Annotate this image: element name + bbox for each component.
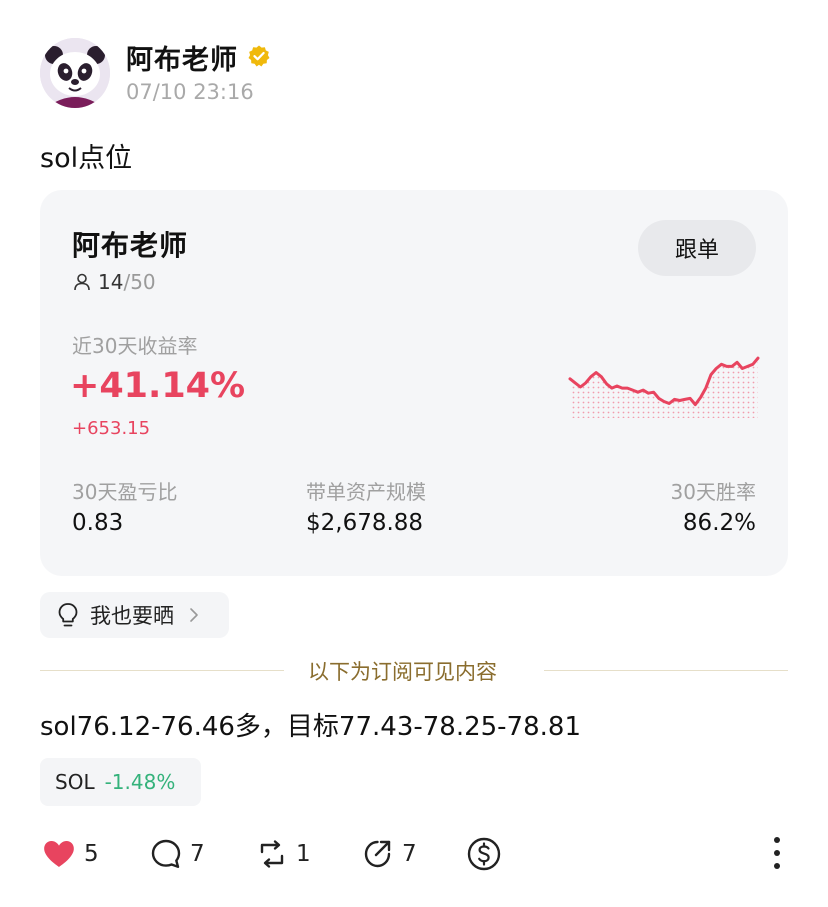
win-rate-label: 30天胜率 — [670, 480, 756, 504]
author-name[interactable]: 阿布老师 — [126, 38, 238, 77]
share-pnl-button[interactable]: 我也要晒 — [40, 592, 229, 638]
repost-count: 1 — [296, 841, 311, 867]
repost-button[interactable]: 1 — [256, 832, 311, 876]
follower-count: 14/50 — [72, 270, 156, 294]
lightbulb-icon — [58, 603, 78, 627]
tip-button[interactable] — [466, 832, 502, 876]
divider-line-left — [40, 670, 284, 671]
coin-change: -1.48% — [104, 770, 176, 794]
profit-loss-ratio-value: 0.83 — [72, 510, 124, 536]
avatar[interactable] — [40, 38, 110, 108]
subscriber-only-divider: 以下为订阅可见内容 — [308, 660, 497, 684]
win-rate-value: 86.2% — [682, 510, 756, 536]
share-arrow-icon — [364, 840, 391, 868]
return-label: 近30天收益率 — [72, 334, 198, 358]
return-absolute: +653.15 — [72, 418, 151, 439]
verified-badge-icon — [248, 45, 270, 67]
trader-card[interactable]: 阿布老师 14/50 跟单 近30天收益率 +41.14% +653.15 30… — [40, 190, 788, 576]
more-options-icon[interactable] — [764, 834, 790, 874]
followers-max: /50 — [123, 270, 156, 294]
profit-loss-ratio-label: 30天盈亏比 — [72, 480, 178, 504]
like-button[interactable]: 5 — [42, 832, 99, 876]
share-button[interactable]: 7 — [362, 832, 417, 876]
post-timestamp: 07/10 23:16 — [126, 80, 254, 104]
coin-tag[interactable]: SOL -1.48% — [40, 758, 201, 806]
dollar-coin-icon — [467, 837, 501, 871]
pnl-sparkline — [568, 356, 760, 418]
heart-icon — [44, 841, 74, 867]
return-value: +41.14% — [70, 366, 246, 406]
comment-count: 7 — [190, 841, 205, 867]
comment-button[interactable]: 7 — [150, 832, 205, 876]
copy-trade-button[interactable]: 跟单 — [638, 220, 756, 276]
aum-label: 带单资产规模 — [306, 480, 426, 504]
divider-line-right — [544, 670, 788, 671]
user-icon — [74, 273, 90, 291]
coin-symbol: SOL — [55, 770, 95, 794]
post-title: sol点位 — [40, 143, 133, 174]
repost-icon — [260, 840, 284, 868]
post-content: sol76.12-76.46多，目标77.43-78.25-78.81 — [40, 712, 581, 742]
share-count: 7 — [402, 841, 417, 867]
trader-name: 阿布老师 — [72, 229, 189, 262]
share-label: 我也要晒 — [90, 604, 174, 628]
panda-avatar-icon — [40, 38, 110, 108]
like-count: 5 — [84, 841, 99, 867]
chevron-right-icon — [190, 608, 198, 622]
comment-icon — [151, 839, 181, 868]
aum-value: $2,678.88 — [306, 510, 424, 536]
followers-current: 14 — [98, 270, 124, 294]
